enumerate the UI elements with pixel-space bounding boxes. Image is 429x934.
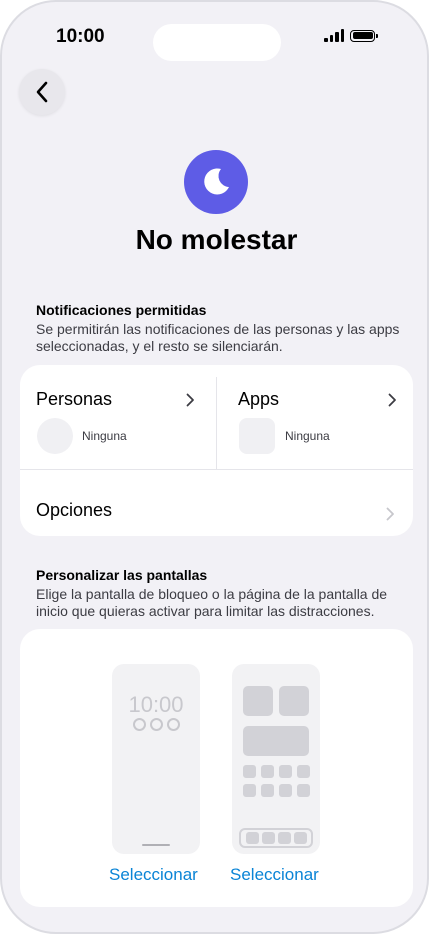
signal-icon (324, 29, 344, 42)
app-icon-placeholder (297, 784, 310, 797)
dynamic-island (153, 24, 281, 61)
app-icon-placeholder (279, 765, 292, 778)
app-icon-placeholder (261, 784, 274, 797)
app-icon-placeholder (279, 784, 292, 797)
people-avatar-placeholder (37, 418, 73, 454)
apps-cell[interactable]: Apps Ninguna (217, 365, 413, 469)
status-icons (324, 29, 378, 42)
apps-label: Apps (238, 389, 280, 409)
app-icon-placeholder (243, 784, 256, 797)
chevron-right-icon (388, 393, 396, 407)
home-indicator (142, 844, 170, 846)
chevron-right-icon (186, 393, 194, 407)
dock (239, 828, 313, 848)
back-chevron-icon (36, 81, 48, 103)
section-description-customize: Elige la pantalla de bloqueo o la página… (36, 586, 388, 619)
app-icon-placeholder (297, 765, 310, 778)
lock-screen-time: 10:00 (128, 692, 184, 717)
section-heading-customize: Personalizar las pantallas (36, 567, 208, 583)
apps-value: Ninguna (285, 429, 330, 443)
widget-placeholder (243, 726, 309, 756)
section-description-notifications: Se permitirán las notificaciones de las … (36, 321, 400, 354)
screens-card: 10:00 Seleccionar Seleccionar (20, 629, 413, 907)
chevron-right-icon (386, 507, 394, 521)
select-home-screen-button[interactable]: Seleccionar (230, 865, 319, 885)
people-value: Ninguna (82, 429, 127, 443)
lock-screen-widgets (133, 718, 180, 731)
app-icon-placeholder (261, 765, 274, 778)
widget-placeholder (279, 686, 309, 716)
app-icon-placeholder (243, 765, 256, 778)
options-label: Opciones (36, 500, 113, 520)
app-icon-placeholder (239, 418, 275, 454)
phone-frame: 10:00 No molestar Notificaciones permiti… (0, 0, 429, 934)
widget-placeholder (243, 686, 273, 716)
people-cell[interactable]: Personas Ninguna (20, 365, 216, 469)
people-label: Personas (36, 389, 113, 409)
options-row[interactable]: Opciones (20, 470, 413, 536)
home-screen-preview[interactable] (232, 664, 320, 854)
back-button[interactable] (19, 69, 65, 115)
notifications-card: Personas Ninguna Apps Ninguna Opciones (20, 365, 413, 536)
select-lock-screen-button[interactable]: Seleccionar (109, 865, 198, 885)
section-heading-notifications: Notificaciones permitidas (36, 302, 207, 318)
lock-screen-preview[interactable]: 10:00 (112, 664, 200, 854)
moon-icon (184, 150, 248, 214)
status-time: 10:00 (56, 26, 105, 47)
battery-icon (350, 29, 378, 42)
page-title: No molestar (135, 224, 298, 255)
